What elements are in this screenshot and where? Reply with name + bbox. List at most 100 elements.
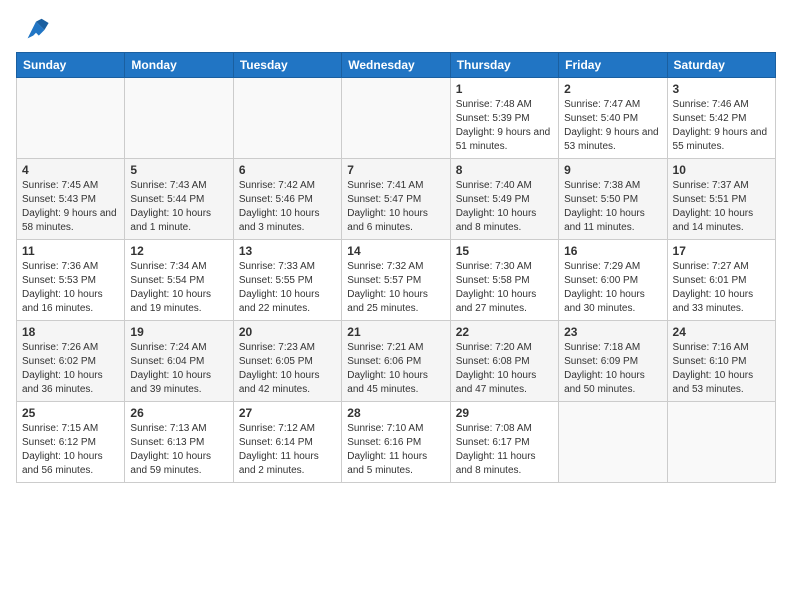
- day-cell: 6 Sunrise: 7:42 AM Sunset: 5:46 PM Daylig…: [233, 159, 341, 240]
- day-cell: 22Sunrise: 7:20 AM Sunset: 6:08 PM Dayli…: [450, 321, 558, 402]
- day-number: 24: [673, 325, 770, 339]
- week-row-3: 11 Sunrise: 7:36 AM Sunset: 5:53 PM Dayli…: [17, 240, 776, 321]
- day-info: Sunrise: 7:47 AM Sunset: 5:40 PM Dayligh…: [564, 98, 661, 154]
- day-cell: [125, 78, 233, 159]
- day-info: Sunrise: 7:30 AM Sunset: 5:58 PM Dayligh…: [456, 260, 553, 316]
- day-cell: 23 Sunrise: 7:18 AM Sunset: 6:09 PM Dayli…: [559, 321, 667, 402]
- logo: [16, 16, 50, 44]
- day-number: 20: [239, 325, 336, 339]
- day-info: Sunrise: 7:26 AM Sunset: 6:02 PM Dayligh…: [22, 341, 119, 397]
- day-number: 28: [347, 406, 444, 420]
- day-cell: [17, 78, 125, 159]
- day-number: 19: [130, 325, 227, 339]
- day-cell: 20 Sunrise: 7:23 AM Sunset: 6:05 PM Dayli…: [233, 321, 341, 402]
- day-cell: 1 Sunrise: 7:48 AM Sunset: 5:39 PM Daylig…: [450, 78, 558, 159]
- day-info: Sunrise: 7:16 AM Sunset: 6:10 PM Dayligh…: [673, 341, 770, 397]
- day-info: Sunrise: 7:12 AM Sunset: 6:14 PM Dayligh…: [239, 422, 336, 478]
- day-cell: 11 Sunrise: 7:36 AM Sunset: 5:53 PM Dayli…: [17, 240, 125, 321]
- day-number: 8: [456, 163, 553, 177]
- day-cell: [559, 402, 667, 483]
- day-number: 17: [673, 244, 770, 258]
- day-info: Sunrise: 7:29 AM Sunset: 6:00 PM Dayligh…: [564, 260, 661, 316]
- day-number: 21: [347, 325, 444, 339]
- day-number: 10: [673, 163, 770, 177]
- day-number: 27: [239, 406, 336, 420]
- day-cell: 12 Sunrise: 7:34 AM Sunset: 5:54 PM Dayli…: [125, 240, 233, 321]
- day-info: Sunrise: 7:08 AM Sunset: 6:17 PM Dayligh…: [456, 422, 553, 478]
- day-number: 18: [22, 325, 119, 339]
- day-cell: 15 Sunrise: 7:30 AM Sunset: 5:58 PM Dayli…: [450, 240, 558, 321]
- day-cell: [667, 402, 775, 483]
- day-cell: 13Sunrise: 7:33 AM Sunset: 5:55 PM Dayli…: [233, 240, 341, 321]
- col-wednesday: Wednesday: [342, 53, 450, 78]
- col-friday: Friday: [559, 53, 667, 78]
- day-cell: 5 Sunrise: 7:43 AM Sunset: 5:44 PM Daylig…: [125, 159, 233, 240]
- day-cell: 3 Sunrise: 7:46 AM Sunset: 5:42 PM Daylig…: [667, 78, 775, 159]
- day-number: 15: [456, 244, 553, 258]
- day-cell: 26 Sunrise: 7:13 AM Sunset: 6:13 PM Dayli…: [125, 402, 233, 483]
- day-number: 9: [564, 163, 661, 177]
- day-info: Sunrise: 7:34 AM Sunset: 5:54 PM Dayligh…: [130, 260, 227, 316]
- day-number: 23: [564, 325, 661, 339]
- day-number: 12: [130, 244, 227, 258]
- day-cell: [233, 78, 341, 159]
- day-number: 1: [456, 82, 553, 96]
- day-number: 29: [456, 406, 553, 420]
- day-info: Sunrise: 7:42 AM Sunset: 5:46 PM Dayligh…: [239, 179, 336, 235]
- day-info: Sunrise: 7:46 AM Sunset: 5:42 PM Dayligh…: [673, 98, 770, 154]
- day-cell: [342, 78, 450, 159]
- day-cell: 29 Sunrise: 7:08 AM Sunset: 6:17 PM Dayli…: [450, 402, 558, 483]
- day-info: Sunrise: 7:40 AM Sunset: 5:49 PM Dayligh…: [456, 179, 553, 235]
- day-number: 3: [673, 82, 770, 96]
- day-cell: 7 Sunrise: 7:41 AM Sunset: 5:47 PM Daylig…: [342, 159, 450, 240]
- day-info: Sunrise: 7:48 AM Sunset: 5:39 PM Dayligh…: [456, 98, 553, 154]
- day-number: 14: [347, 244, 444, 258]
- day-number: 22: [456, 325, 553, 339]
- day-info: Sunrise: 7:27 AM Sunset: 6:01 PM Dayligh…: [673, 260, 770, 316]
- day-info: Sunrise: 7:33 AM Sunset: 5:55 PM Dayligh…: [239, 260, 336, 316]
- day-cell: 14 Sunrise: 7:32 AM Sunset: 5:57 PM Dayli…: [342, 240, 450, 321]
- day-info: Sunrise: 7:24 AM Sunset: 6:04 PM Dayligh…: [130, 341, 227, 397]
- day-info: Sunrise: 7:43 AM Sunset: 5:44 PM Dayligh…: [130, 179, 227, 235]
- day-info: Sunrise: 7:15 AM Sunset: 6:12 PM Dayligh…: [22, 422, 119, 478]
- page-header: [16, 16, 776, 44]
- day-number: 7: [347, 163, 444, 177]
- header-row: Sunday Monday Tuesday Wednesday Thursday…: [17, 53, 776, 78]
- logo-icon: [22, 16, 50, 44]
- day-cell: 18 Sunrise: 7:26 AM Sunset: 6:02 PM Dayli…: [17, 321, 125, 402]
- day-info: Sunrise: 7:18 AM Sunset: 6:09 PM Dayligh…: [564, 341, 661, 397]
- day-number: 26: [130, 406, 227, 420]
- calendar-table: Sunday Monday Tuesday Wednesday Thursday…: [16, 52, 776, 483]
- col-monday: Monday: [125, 53, 233, 78]
- week-row-1: 1 Sunrise: 7:48 AM Sunset: 5:39 PM Daylig…: [17, 78, 776, 159]
- day-cell: 17 Sunrise: 7:27 AM Sunset: 6:01 PM Dayli…: [667, 240, 775, 321]
- day-cell: 4Sunrise: 7:45 AM Sunset: 5:43 PM Daylig…: [17, 159, 125, 240]
- day-info: Sunrise: 7:23 AM Sunset: 6:05 PM Dayligh…: [239, 341, 336, 397]
- day-number: 2: [564, 82, 661, 96]
- col-saturday: Saturday: [667, 53, 775, 78]
- day-cell: 10 Sunrise: 7:37 AM Sunset: 5:51 PM Dayli…: [667, 159, 775, 240]
- day-info: Sunrise: 7:10 AM Sunset: 6:16 PM Dayligh…: [347, 422, 444, 478]
- day-number: 16: [564, 244, 661, 258]
- col-tuesday: Tuesday: [233, 53, 341, 78]
- day-cell: 28 Sunrise: 7:10 AM Sunset: 6:16 PM Dayli…: [342, 402, 450, 483]
- day-info: Sunrise: 7:45 AM Sunset: 5:43 PM Dayligh…: [22, 179, 119, 235]
- day-cell: 24 Sunrise: 7:16 AM Sunset: 6:10 PM Dayli…: [667, 321, 775, 402]
- day-cell: 8 Sunrise: 7:40 AM Sunset: 5:49 PM Daylig…: [450, 159, 558, 240]
- week-row-4: 18 Sunrise: 7:26 AM Sunset: 6:02 PM Dayli…: [17, 321, 776, 402]
- day-cell: 21Sunrise: 7:21 AM Sunset: 6:06 PM Dayli…: [342, 321, 450, 402]
- day-info: Sunrise: 7:41 AM Sunset: 5:47 PM Dayligh…: [347, 179, 444, 235]
- day-number: 5: [130, 163, 227, 177]
- day-info: Sunrise: 7:32 AM Sunset: 5:57 PM Dayligh…: [347, 260, 444, 316]
- week-row-5: 25Sunrise: 7:15 AM Sunset: 6:12 PM Dayli…: [17, 402, 776, 483]
- day-number: 6: [239, 163, 336, 177]
- day-info: Sunrise: 7:36 AM Sunset: 5:53 PM Dayligh…: [22, 260, 119, 316]
- day-cell: 9 Sunrise: 7:38 AM Sunset: 5:50 PM Daylig…: [559, 159, 667, 240]
- day-info: Sunrise: 7:37 AM Sunset: 5:51 PM Dayligh…: [673, 179, 770, 235]
- day-info: Sunrise: 7:13 AM Sunset: 6:13 PM Dayligh…: [130, 422, 227, 478]
- col-sunday: Sunday: [17, 53, 125, 78]
- day-info: Sunrise: 7:38 AM Sunset: 5:50 PM Dayligh…: [564, 179, 661, 235]
- day-cell: 27 Sunrise: 7:12 AM Sunset: 6:14 PM Dayli…: [233, 402, 341, 483]
- day-number: 11: [22, 244, 119, 258]
- day-cell: 25Sunrise: 7:15 AM Sunset: 6:12 PM Dayli…: [17, 402, 125, 483]
